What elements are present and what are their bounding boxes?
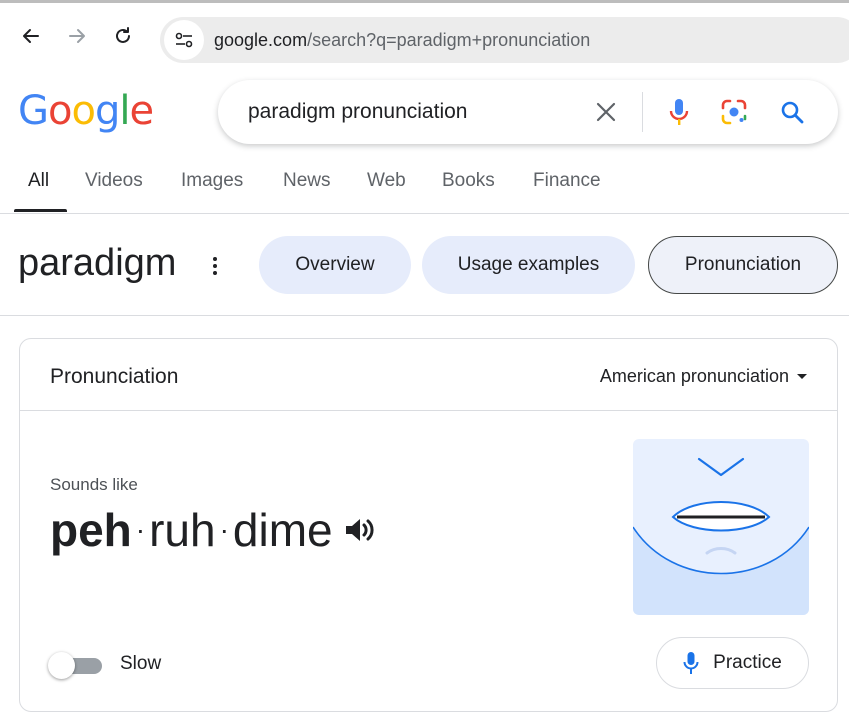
search-box [218,80,838,144]
accent-label: American pronunciation [599,366,789,386]
toggle-knob [48,652,75,679]
url-text[interactable]: google.com/search?q=paradigm+pronunciati… [214,30,590,51]
card-header: Pronunciation American pronunciation [20,339,837,411]
play-audio-button[interactable] [343,515,377,545]
syllable-separator: · [135,514,146,545]
chip-pronunciation[interactable]: Pronunciation [648,236,838,294]
syllable-separator: · [219,514,229,545]
clear-search-button[interactable] [592,98,620,126]
search-tabs: All Videos Images News Web Books Finance [0,160,849,214]
site-info-button[interactable] [164,20,204,60]
slow-label: Slow [120,653,162,674]
tab-books[interactable]: Books [442,170,495,192]
forward-button[interactable] [62,21,92,51]
syllable: ruh [149,504,216,556]
url-path: /search?q=paradigm+pronunciation [307,29,591,50]
microphone-icon [683,652,699,674]
logo-letter: G [18,88,49,134]
search-submit-button[interactable] [776,96,808,128]
tab-finance[interactable]: Finance [533,170,601,192]
pronunciation-card: Pronunciation American pronunciation Sou… [19,338,838,712]
logo-letter: g [94,88,120,134]
address-bar[interactable]: google.com/search?q=paradigm+pronunciati… [160,17,849,63]
word-header: paradigm Overview Usage examples Pronunc… [0,214,849,316]
card-title: Pronunciation [50,365,179,388]
practice-button[interactable]: Practice [656,637,809,689]
active-tab-indicator [14,209,67,212]
accent-dropdown[interactable]: American pronunciation [600,366,807,387]
reload-icon [116,27,130,43]
search-divider [642,92,643,132]
chip-usage-examples[interactable]: Usage examples [422,236,635,294]
back-arrow-icon [23,29,39,43]
syllable-stressed: peh [50,504,132,556]
google-logo[interactable]: Google [18,88,154,134]
logo-letter: o [71,88,96,134]
more-options-icon[interactable] [208,254,222,278]
reload-button[interactable] [108,21,138,51]
syllable: dime [232,504,333,556]
back-button[interactable] [16,21,46,51]
speaker-icon [345,519,374,541]
url-host: google.com [214,29,308,50]
tab-all[interactable]: All [28,170,49,192]
practice-label: Practice [713,652,782,673]
browser-toolbar: google.com/search?q=paradigm+pronunciati… [0,0,849,66]
chip-overview[interactable]: Overview [259,236,411,294]
tab-images[interactable]: Images [181,170,243,192]
sounds-like-label: Sounds like [50,475,138,494]
mouth-illustration [633,439,809,615]
microphone-icon [669,99,689,125]
logo-letter: l [119,88,130,134]
tab-web[interactable]: Web [367,170,406,192]
search-icon [781,101,804,124]
google-lens-icon [721,99,747,125]
voice-search-button[interactable] [664,96,694,128]
close-icon [596,102,616,122]
slow-toggle[interactable] [48,651,104,679]
lens-search-button[interactable] [718,96,750,128]
tab-news[interactable]: News [283,170,331,192]
forward-arrow-icon [69,29,85,43]
dropdown-caret-icon [797,374,807,379]
logo-letter: e [129,88,154,134]
word-title: paradigm [18,242,177,284]
tune-icon [175,32,193,48]
tab-videos[interactable]: Videos [85,170,143,192]
phonetic-spelling: peh · ruh · dime [50,503,377,557]
search-input[interactable] [248,96,568,128]
logo-letter: o [48,88,73,134]
